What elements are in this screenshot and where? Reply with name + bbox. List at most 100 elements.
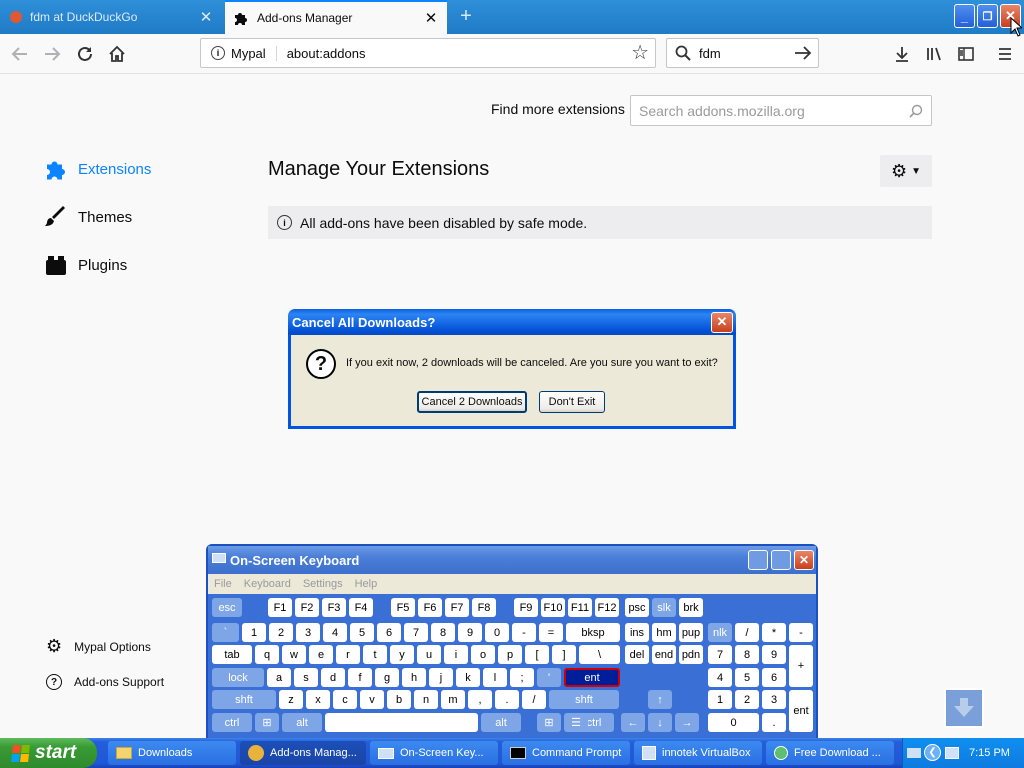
url-text[interactable]: about:addons bbox=[287, 46, 631, 61]
downloads-icon[interactable] bbox=[888, 40, 916, 68]
key-tab[interactable]: tab bbox=[212, 645, 252, 664]
home-icon[interactable] bbox=[103, 40, 131, 68]
key-x2e[interactable]: . bbox=[495, 690, 519, 709]
key-3[interactable]: 3 bbox=[762, 690, 786, 709]
key-space[interactable] bbox=[325, 713, 478, 732]
menu-keyboard[interactable]: Keyboard bbox=[244, 578, 291, 590]
key-F12[interactable]: F12 bbox=[595, 598, 619, 617]
forward-icon[interactable] bbox=[38, 40, 66, 68]
key-x2f[interactable]: / bbox=[735, 623, 759, 642]
key-ent[interactable]: ent bbox=[789, 690, 813, 732]
url-bar[interactable]: i Mypal about:addons ☆ bbox=[200, 38, 656, 68]
task-free-download-manager[interactable]: Free Download ... bbox=[766, 741, 894, 765]
key-x5c[interactable]: \ bbox=[579, 645, 620, 664]
arrow-up-icon[interactable]: ↑ bbox=[648, 690, 672, 709]
key-t[interactable]: t bbox=[363, 645, 387, 664]
category-themes[interactable]: Themes bbox=[44, 205, 132, 229]
search-go-icon[interactable] bbox=[794, 45, 812, 61]
task-on-screen-keyboard[interactable]: On-Screen Key... bbox=[370, 741, 498, 765]
key-lock[interactable]: lock bbox=[212, 668, 264, 687]
maximize-icon[interactable] bbox=[771, 550, 791, 570]
key-0[interactable]: 0 bbox=[708, 713, 759, 732]
key-a[interactable]: a bbox=[267, 668, 291, 687]
key-x2d[interactable]: - bbox=[512, 623, 536, 642]
key-o[interactable]: o bbox=[471, 645, 495, 664]
key-e[interactable]: e bbox=[309, 645, 333, 664]
key-x2f[interactable]: / bbox=[522, 690, 546, 709]
key-v[interactable]: v bbox=[360, 690, 384, 709]
scroll-down-button[interactable] bbox=[944, 688, 984, 728]
key-F4[interactable]: F4 bbox=[349, 598, 373, 617]
key-x2e[interactable]: . bbox=[762, 713, 786, 732]
key-hm[interactable]: hm bbox=[652, 623, 676, 642]
task-downloads[interactable]: Downloads bbox=[108, 741, 236, 765]
key-pup[interactable]: pup bbox=[679, 623, 703, 642]
key-f[interactable]: f bbox=[348, 668, 372, 687]
key-2[interactable]: 2 bbox=[269, 623, 293, 642]
start-button[interactable]: start bbox=[0, 738, 97, 768]
key-x2c[interactable]: , bbox=[468, 690, 492, 709]
key-8[interactable]: 8 bbox=[431, 623, 455, 642]
key-0[interactable]: 0 bbox=[485, 623, 509, 642]
key-9[interactable]: 9 bbox=[458, 623, 482, 642]
task-virtualbox[interactable]: innotek VirtualBox bbox=[634, 741, 762, 765]
search-value[interactable]: fdm bbox=[699, 46, 794, 61]
key-7[interactable]: 7 bbox=[708, 645, 732, 664]
key-F3[interactable]: F3 bbox=[322, 598, 346, 617]
key-8[interactable]: 8 bbox=[735, 645, 759, 664]
key-x27[interactable]: ' bbox=[537, 668, 561, 687]
key-x2b[interactable]: + bbox=[789, 645, 813, 687]
tab-duckduckgo[interactable]: fdm at DuckDuckGo ✕ bbox=[0, 0, 224, 34]
key-2[interactable]: 2 bbox=[735, 690, 759, 709]
addons-search-input[interactable]: Search addons.mozilla.org bbox=[630, 95, 932, 126]
key-z[interactable]: z bbox=[279, 690, 303, 709]
key-3[interactable]: 3 bbox=[296, 623, 320, 642]
menu-settings[interactable]: Settings bbox=[303, 578, 343, 590]
minimize-icon[interactable]: _ bbox=[954, 4, 975, 28]
category-extensions[interactable]: Extensions bbox=[44, 157, 151, 181]
sidebar-icon[interactable] bbox=[952, 40, 980, 68]
arrow-left-icon[interactable]: ← bbox=[621, 713, 645, 732]
arrow-down-icon[interactable]: ↓ bbox=[648, 713, 672, 732]
key-p[interactable]: p bbox=[498, 645, 522, 664]
task-addons-manager[interactable]: Add-ons Manag... bbox=[240, 741, 366, 765]
key-i[interactable]: i bbox=[444, 645, 468, 664]
task-command-prompt[interactable]: Command Prompt bbox=[502, 741, 630, 765]
bookmark-star-icon[interactable]: ☆ bbox=[631, 43, 649, 63]
close-icon[interactable]: ✕ bbox=[794, 550, 814, 570]
key-F7[interactable]: F7 bbox=[445, 598, 469, 617]
key-m[interactable]: m bbox=[441, 690, 465, 709]
info-icon[interactable]: i bbox=[211, 46, 225, 60]
keyboard-tray-icon[interactable] bbox=[907, 748, 921, 758]
key-7[interactable]: 7 bbox=[404, 623, 428, 642]
library-icon[interactable] bbox=[920, 40, 948, 68]
key-alt[interactable]: alt bbox=[481, 713, 521, 732]
key-ent[interactable]: ent bbox=[564, 668, 620, 687]
key-brk[interactable]: brk bbox=[679, 598, 703, 617]
key-slk[interactable]: slk bbox=[652, 598, 676, 617]
key-4[interactable]: 4 bbox=[323, 623, 347, 642]
key-s[interactable]: s bbox=[294, 668, 318, 687]
key-F11[interactable]: F11 bbox=[568, 598, 592, 617]
key-x5b[interactable]: [ bbox=[525, 645, 549, 664]
restore-icon[interactable]: ❐ bbox=[977, 4, 998, 28]
key-x3b[interactable]: ; bbox=[510, 668, 534, 687]
back-icon[interactable] bbox=[6, 40, 34, 68]
app-key-icon[interactable]: ☰ bbox=[564, 713, 588, 732]
key-n[interactable]: n bbox=[414, 690, 438, 709]
key-esc[interactable]: esc bbox=[212, 598, 242, 617]
key-shft[interactable]: shft bbox=[549, 690, 619, 709]
reload-icon[interactable] bbox=[71, 40, 99, 68]
key-bksp[interactable]: bksp bbox=[566, 623, 620, 642]
minimize-icon[interactable] bbox=[748, 550, 768, 570]
key-x2d[interactable]: - bbox=[789, 623, 813, 642]
key-ins[interactable]: ins bbox=[625, 623, 649, 642]
key-F10[interactable]: F10 bbox=[541, 598, 565, 617]
key-9[interactable]: 9 bbox=[762, 645, 786, 664]
key-nlk[interactable]: nlk bbox=[708, 623, 732, 642]
key-x[interactable]: x bbox=[306, 690, 330, 709]
close-icon[interactable]: ✕ bbox=[711, 311, 733, 333]
key-del[interactable]: del bbox=[625, 645, 649, 664]
key-F5[interactable]: F5 bbox=[391, 598, 415, 617]
close-tab-icon[interactable]: ✕ bbox=[198, 9, 214, 26]
